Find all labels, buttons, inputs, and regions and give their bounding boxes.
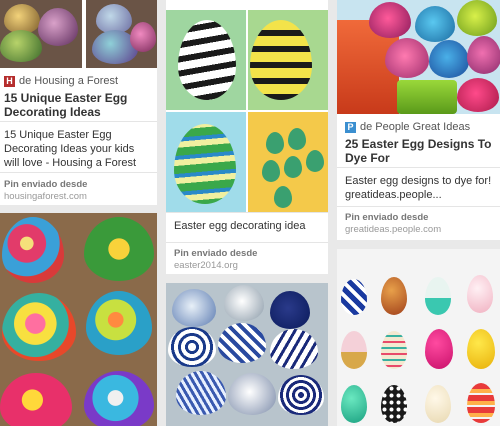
- egg-image: [467, 36, 500, 74]
- egg-image: [457, 0, 497, 36]
- pin-source-label[interactable]: de Housing a Forest: [19, 75, 118, 87]
- pin-credit-domain[interactable]: housingaforest.com: [4, 191, 87, 202]
- pin-credit-label: Pin enviado desde: [345, 212, 429, 223]
- egg-image: [369, 2, 411, 38]
- egg-image: [84, 217, 154, 281]
- egg-image: [341, 331, 367, 369]
- pin-image-painted-eggs-basket[interactable]: [0, 0, 157, 68]
- egg-image: [2, 293, 76, 361]
- egg-image: [2, 217, 64, 283]
- pin-source[interactable]: H de Housing a Forest: [4, 75, 153, 87]
- egg-image: [467, 329, 495, 369]
- egg-image: [130, 22, 156, 52]
- egg-image: [284, 156, 302, 178]
- egg-image: [425, 385, 451, 423]
- egg-image: [381, 331, 407, 369]
- egg-image: [306, 150, 324, 172]
- egg-image: [224, 285, 264, 321]
- egg-image: [341, 279, 367, 315]
- egg-image: [270, 291, 310, 329]
- pin-source-label[interactable]: de People Great Ideas: [360, 121, 470, 133]
- pin-source[interactable]: P de People Great Ideas: [345, 121, 494, 133]
- people-great-ideas-icon: P: [345, 121, 356, 133]
- egg-image: [425, 329, 453, 369]
- egg-image: [176, 371, 226, 415]
- pin-card-blue-white-eggs-nest[interactable]: [166, 283, 328, 426]
- egg-image: [228, 373, 276, 415]
- housing-a-forest-icon: H: [4, 75, 15, 87]
- pin-description: Easter egg decorating idea: [174, 220, 306, 232]
- egg-image: [429, 40, 469, 78]
- egg-image: [218, 323, 266, 363]
- pin-title[interactable]: 25 Easter Egg Designs To Dye For: [345, 137, 494, 165]
- egg-image: [457, 78, 499, 112]
- egg-image: [467, 275, 493, 313]
- egg-image: [38, 8, 78, 46]
- egg-image: [381, 277, 407, 315]
- egg-image: [262, 160, 280, 182]
- egg-image: [274, 186, 292, 208]
- pin-credit-domain[interactable]: easter2014.org: [174, 260, 257, 271]
- pin-image-dyed-eggs-jars[interactable]: [337, 0, 500, 114]
- egg-image: [86, 291, 152, 355]
- egg-image: [381, 385, 407, 423]
- egg-image: [341, 385, 367, 423]
- pin-credit-domain[interactable]: greatideas.people.com: [345, 224, 441, 235]
- egg-image: [168, 327, 216, 367]
- egg-image: [270, 329, 318, 369]
- egg-image: [467, 383, 495, 423]
- egg-image: [84, 371, 154, 426]
- pin-card-easter-egg-decorating-idea[interactable]: Easter egg decorating idea Pin enviado d…: [166, 0, 328, 274]
- pin-description: 15 Unique Easter Egg Decorating Ideas yo…: [4, 129, 137, 169]
- pin-card-people-great-ideas[interactable]: P de People Great Ideas 25 Easter Egg De…: [337, 0, 500, 240]
- pin-card-painted-eggs-carton[interactable]: [0, 213, 157, 426]
- egg-image: [0, 373, 72, 426]
- egg-image: [172, 289, 216, 327]
- egg-image: [0, 30, 42, 62]
- egg-image: [425, 277, 451, 315]
- egg-image: [415, 6, 455, 42]
- egg-image: [288, 128, 306, 150]
- pin-card-geometric-eggs-grid[interactable]: [337, 249, 500, 426]
- egg-image: [266, 132, 284, 154]
- pin-description: Easter egg designs to dye for! greatidea…: [345, 175, 492, 201]
- pin-image-striped-eggs-grid[interactable]: [166, 10, 328, 212]
- egg-image: [385, 38, 429, 78]
- pin-credit-label: Pin enviado desde: [4, 179, 88, 190]
- pin-card-housing-a-forest[interactable]: H de Housing a Forest 15 Unique Easter E…: [0, 0, 157, 205]
- pin-title[interactable]: 15 Unique Easter Egg Decorating Ideas: [4, 91, 153, 119]
- pin-credit-label: Pin enviado desde: [174, 248, 258, 259]
- egg-image: [278, 375, 324, 415]
